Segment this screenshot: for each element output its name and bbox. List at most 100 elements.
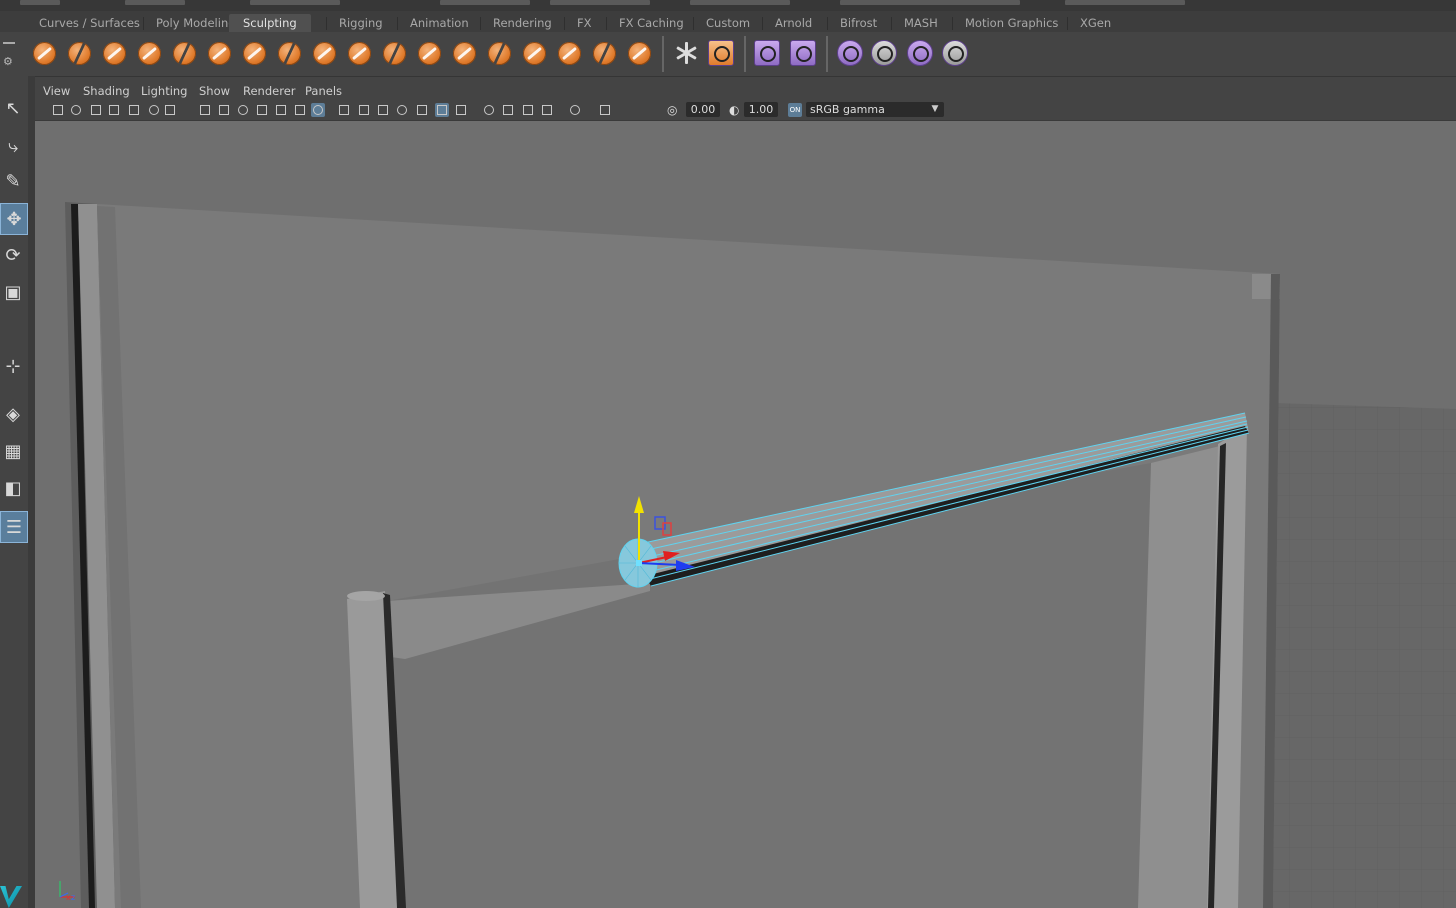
tab-fx-caching[interactable]: FX Caching (617, 14, 686, 32)
image-plane-icon[interactable] (107, 103, 121, 117)
shelf: ⚙ (0, 32, 1456, 77)
manip-center[interactable] (636, 560, 642, 566)
tab-curves-surfaces[interactable]: Curves / Surfaces (37, 14, 142, 32)
film-gate-icon[interactable] (198, 103, 212, 117)
imprint-tool-icon[interactable] (345, 39, 373, 67)
scale-tool-icon[interactable]: ▣ (0, 277, 26, 307)
grease-pencil-icon[interactable] (147, 103, 161, 117)
depth-of-field-icon[interactable] (501, 103, 515, 117)
flat-shade-icon[interactable] (357, 103, 371, 117)
wax-tool-icon[interactable] (380, 39, 408, 67)
clear-sculpt-icon[interactable] (941, 39, 969, 67)
gate-mask-glyph (238, 105, 248, 115)
tab-mash[interactable]: MASH (902, 14, 940, 32)
exposure-field[interactable]: 0.00 (686, 102, 720, 117)
pinch-tool-icon[interactable] (170, 39, 198, 67)
wireframe-icon[interactable] (311, 103, 325, 117)
single-perspective-layout-icon[interactable]: ◈ (0, 399, 26, 429)
tab-bifrost[interactable]: Bifrost (838, 14, 879, 32)
panel-menu-shading[interactable]: Shading (83, 83, 130, 100)
use-default-material-icon[interactable] (395, 103, 409, 117)
panel-menu-show[interactable]: Show (199, 83, 230, 100)
convert-to-frozen-icon[interactable] (673, 39, 701, 67)
lasso-tool-icon[interactable]: ⤷ (0, 131, 26, 161)
uv-set-icon[interactable] (906, 39, 934, 67)
field-chart-icon[interactable] (255, 103, 269, 117)
tab-sculpting[interactable]: Sculpting (229, 14, 311, 32)
tab-fx[interactable]: FX (575, 14, 594, 32)
spray-tool-icon[interactable] (275, 39, 303, 67)
repeat-tool-icon[interactable] (310, 39, 338, 67)
smooth-shade-icon[interactable] (337, 103, 351, 117)
grab-tool-icon[interactable] (135, 39, 163, 67)
tab-custom[interactable]: Custom (704, 14, 752, 32)
transfer-attributes-icon[interactable] (870, 39, 898, 67)
panel-menu-panels[interactable]: Panels (305, 83, 342, 100)
tab-arnold[interactable]: Arnold (773, 14, 814, 32)
gamma-field[interactable]: 1.00 (744, 102, 778, 117)
relax-tool-icon[interactable] (100, 39, 128, 67)
2d-pan-zoom-icon[interactable] (127, 103, 141, 117)
panel-menu-renderer[interactable]: Renderer (243, 83, 296, 100)
screen-space-ao-icon[interactable] (435, 103, 449, 117)
bulge-tool-icon[interactable] (555, 39, 583, 67)
sculpt-tool-icon[interactable] (30, 39, 58, 67)
show-manipulator-icon[interactable]: ⊹ (0, 351, 26, 381)
bounding-box-icon[interactable] (376, 103, 390, 117)
mesh-display-icon[interactable] (836, 39, 864, 67)
foamy-tool-icon[interactable] (240, 39, 268, 67)
tab-motion-graphics[interactable]: Motion Graphics (963, 14, 1060, 32)
gamma-icon[interactable]: ◐ (729, 103, 739, 117)
tab-rigging[interactable]: Rigging (337, 14, 385, 32)
select-tool-icon[interactable]: ↖ (0, 93, 26, 123)
shadows-icon[interactable] (415, 103, 429, 117)
exposure-icon[interactable]: ◎ (667, 103, 677, 117)
freeze-tool-icon[interactable] (625, 39, 653, 67)
scene-canvas[interactable]: x z (35, 121, 1456, 908)
isolate-select-icon[interactable] (521, 103, 535, 117)
panel-menu-lighting[interactable]: Lighting (141, 83, 187, 100)
anti-aliasing-icon[interactable] (482, 103, 496, 117)
persp-graph-layout-icon[interactable]: ◧ (0, 473, 26, 503)
shelf-settings-icon[interactable]: ⚙ (3, 55, 13, 68)
tab-animation[interactable]: Animation (408, 14, 471, 32)
mesh-display-glyph (837, 40, 863, 66)
resolution-gate-icon[interactable] (217, 103, 231, 117)
knife-tool-icon[interactable] (485, 39, 513, 67)
sculpt-layers-icon[interactable] (707, 39, 735, 67)
four-view-layout-icon[interactable]: ▦ (0, 436, 26, 466)
xray-joints-icon[interactable] (568, 103, 582, 117)
select-camera-icon[interactable] (51, 103, 65, 117)
panel-menu-view[interactable]: View (43, 83, 70, 100)
rotate-tool-icon[interactable]: ⟳ (0, 240, 26, 270)
pose-editor-icon[interactable] (789, 39, 817, 67)
flatten-tool-icon[interactable] (205, 39, 233, 67)
shelf-menu-icon[interactable] (3, 42, 15, 44)
xray-icon[interactable] (540, 103, 554, 117)
smear-tool-icon[interactable] (520, 39, 548, 67)
color-space-select[interactable]: sRGB gamma (806, 102, 944, 117)
perspective-viewport[interactable]: x z (35, 121, 1456, 908)
camera-attributes-icon[interactable] (69, 103, 83, 117)
motion-blur-glyph (456, 105, 466, 115)
safe-action-icon[interactable] (274, 103, 288, 117)
grid-icon[interactable] (163, 103, 177, 117)
bookmarks-icon[interactable] (89, 103, 103, 117)
tab-rendering[interactable]: Rendering (491, 14, 554, 32)
tab-poly-modeling[interactable]: Poly Modeling (154, 14, 238, 32)
scrape-tool-icon[interactable] (415, 39, 443, 67)
color-management-toggle-icon[interactable]: ON (788, 103, 802, 117)
smooth-tool-icon[interactable] (65, 39, 93, 67)
tab-xgen[interactable]: XGen (1078, 14, 1113, 32)
chevron-down-icon[interactable]: ▼ (928, 103, 942, 116)
gate-mask-icon[interactable] (236, 103, 250, 117)
outliner-layout-icon[interactable]: ☰ (0, 511, 28, 543)
paint-select-tool-icon[interactable]: ✎ (0, 166, 26, 196)
backface-culling-icon[interactable] (598, 103, 612, 117)
amplify-tool-icon[interactable] (590, 39, 618, 67)
fill-tool-icon[interactable] (450, 39, 478, 67)
move-tool-icon[interactable]: ✥ (0, 203, 28, 235)
blend-shape-icon[interactable] (753, 39, 781, 67)
safe-title-icon[interactable] (293, 103, 307, 117)
motion-blur-icon[interactable] (454, 103, 468, 117)
